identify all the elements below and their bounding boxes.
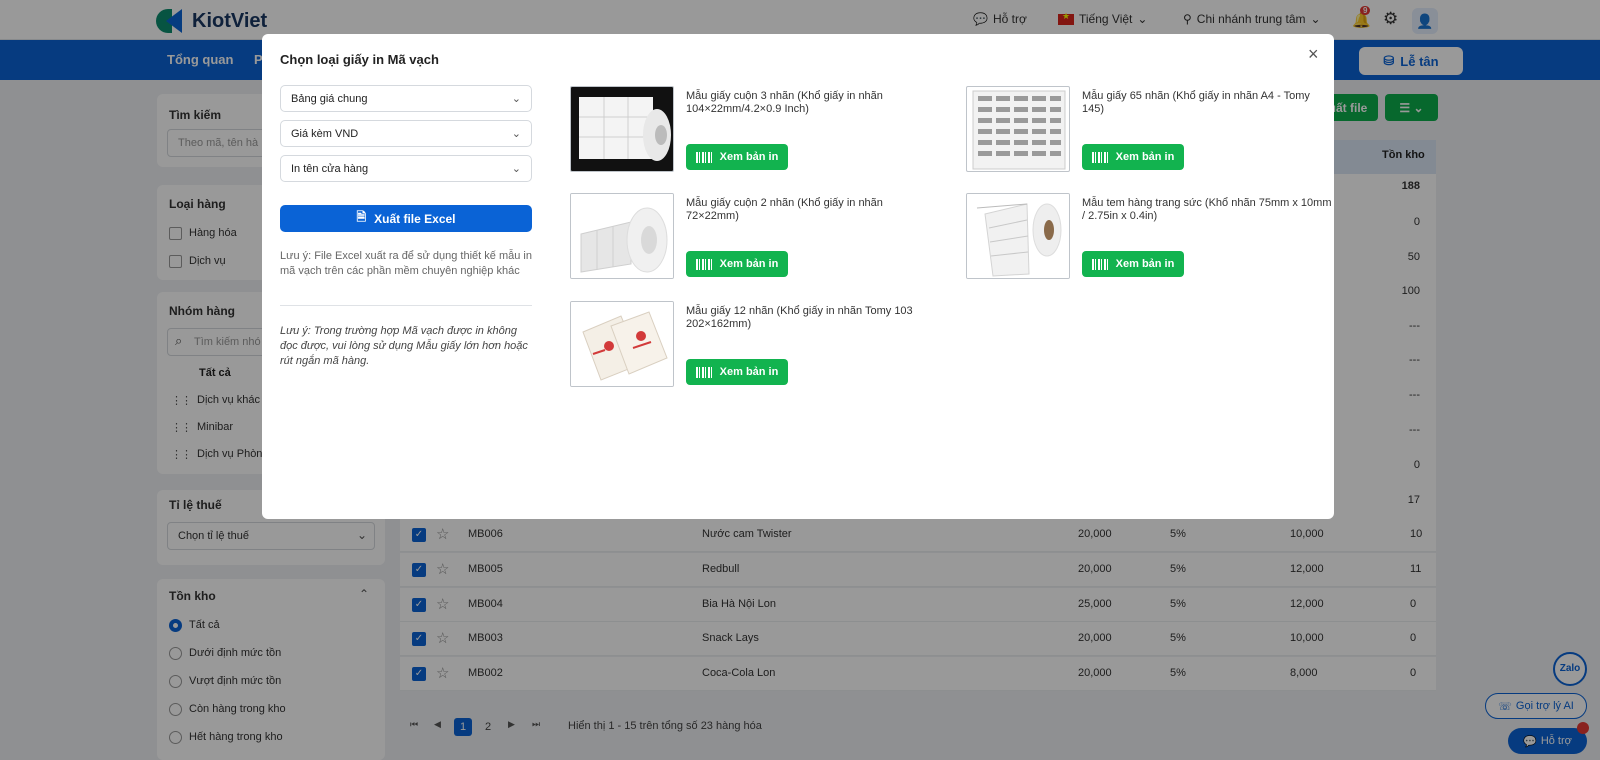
barcode-paper-dialog: Chọn loại giấy in Mã vạch × Bảng giá chu…	[262, 34, 1334, 519]
barcode-note: Lưu ý: Trong trường hợp Mã vạch được in …	[280, 325, 528, 367]
select-value: Giá kèm VND	[291, 127, 359, 140]
preview-button[interactable]: Xem bản in	[1082, 251, 1184, 277]
chevron-down-icon: ⌄	[511, 128, 521, 140]
chevron-down-icon: ⌄	[511, 93, 521, 105]
excel-note: Lưu ý: File Excel xuất ra để sử dụng thi…	[280, 250, 532, 277]
paper-description: Mẫu giấy cuộn 2 nhãn (Khổ giấy in nhãn 7…	[686, 197, 883, 222]
paper-option: Mẫu giấy cuộn 2 nhãn (Khổ giấy in nhãn 7…	[570, 193, 950, 281]
paper-thumbnail	[570, 193, 674, 279]
dialog-title: Chọn loại giấy in Mã vạch	[280, 52, 439, 67]
paper-thumbnail	[966, 193, 1070, 279]
preview-label: Xem bản in	[719, 366, 779, 378]
paper-thumbnail	[570, 301, 674, 387]
preview-label: Xem bản in	[719, 258, 779, 270]
barcode-icon	[695, 151, 712, 163]
store-name-select[interactable]: In tên cửa hàng ⌄	[280, 155, 532, 182]
barcode-icon	[695, 258, 712, 270]
select-value: Bảng giá chung	[291, 92, 368, 105]
preview-button[interactable]: Xem bản in	[686, 359, 788, 385]
price-list-select[interactable]: Bảng giá chung ⌄	[280, 85, 532, 112]
select-value: In tên cửa hàng	[291, 162, 369, 175]
paper-thumbnail	[570, 86, 674, 172]
barcode-icon	[1091, 258, 1108, 270]
paper-description: Mẫu giấy 65 nhãn (Khổ giấy in nhãn A4 - …	[1082, 90, 1310, 115]
preview-button[interactable]: Xem bản in	[686, 251, 788, 277]
barcode-icon	[1091, 151, 1108, 163]
paper-option: Mẫu giấy 12 nhãn (Khổ giấy in nhãn Tomy …	[570, 301, 950, 389]
preview-label: Xem bản in	[1115, 151, 1175, 163]
barcode-icon	[695, 366, 712, 378]
paper-description: Mẫu giấy 12 nhãn (Khổ giấy in nhãn Tomy …	[686, 305, 913, 330]
preview-label: Xem bản in	[719, 151, 779, 163]
paper-option: Mẫu giấy 65 nhãn (Khổ giấy in nhãn A4 - …	[966, 86, 1346, 174]
price-format-select[interactable]: Giá kèm VND ⌄	[280, 120, 532, 147]
divider	[280, 305, 532, 306]
paper-option: Mẫu giấy cuộn 3 nhãn (Khổ giấy in nhãn 1…	[570, 86, 950, 174]
paper-option: Mẫu tem hàng trang sức (Khổ nhãn 75mm x …	[966, 193, 1346, 281]
document-icon: 🗎	[356, 210, 367, 224]
chevron-down-icon: ⌄	[511, 163, 521, 175]
close-icon[interactable]: ×	[1308, 44, 1319, 65]
preview-button[interactable]: Xem bản in	[686, 144, 788, 170]
paper-description: Mẫu giấy cuộn 3 nhãn (Khổ giấy in nhãn 1…	[686, 90, 883, 115]
preview-button[interactable]: Xem bản in	[1082, 144, 1184, 170]
export-excel-label: Xuất file Excel	[374, 211, 456, 226]
paper-description: Mẫu tem hàng trang sức (Khổ nhãn 75mm x …	[1082, 197, 1332, 222]
export-excel-button[interactable]: 🗎 Xuất file Excel	[280, 205, 532, 232]
preview-label: Xem bản in	[1115, 258, 1175, 270]
paper-thumbnail	[966, 86, 1070, 172]
